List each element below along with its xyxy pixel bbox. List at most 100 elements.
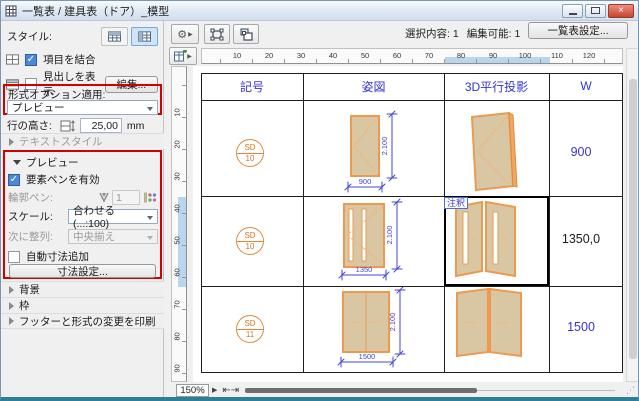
selection-status: 選択内容: 1 編集可能: 1 [405,26,525,41]
align-label: 次に整列: [8,231,53,243]
vertical-scrollbar[interactable] [626,48,638,382]
dimension-settings-button[interactable]: 寸法設定... [9,264,156,278]
resize-grip-icon[interactable]: ⋰ [626,385,636,395]
table-grid-line [202,286,622,287]
window-title: 一覧表 / 建具表（ドア）_模型 [22,5,170,18]
options-menu-button[interactable]: ⚙ ▶ [171,24,199,44]
v-ruler-number: 50 [172,236,182,245]
column-header-elevation[interactable]: 姿図 [303,73,444,99]
ruler-ticks [205,59,622,63]
horizontal-scrollbar[interactable] [245,387,616,394]
editable-count: 編集可能: 1 [466,28,521,40]
horizontal-scrollbar-thumb[interactable] [245,387,478,393]
insert-table-field-icon [174,50,188,62]
vertical-scrollbar-thumb[interactable] [629,79,637,359]
preview-settings-highlight-box: プレビュー ✓ 要素ペンを有効 輪郭ペン: 1 スケール: 合わせる (...:… [3,150,162,279]
column-header-3d[interactable]: 3D平行投影 [444,73,549,99]
minimize-icon [568,12,577,15]
format-options-select[interactable]: プレビュー [7,100,158,115]
v-ruler-number: 40 [172,204,182,213]
row-height-icon [60,119,75,132]
preview-section-label: プレビュー [26,157,79,169]
auto-dimension-checkbox[interactable] [8,250,20,263]
footer-section-label: フッターと形式の変更を印刷 [19,315,156,328]
expanded-arrow-icon [13,160,21,165]
door-symbol-sd10[interactable]: SD 10 [236,139,264,167]
row-height-input[interactable]: 25,00 [79,118,122,133]
maximize-button[interactable] [585,3,606,18]
select-cell-range-button[interactable] [204,24,230,44]
menu-arrow-icon: ▶ [188,31,193,38]
table-style-icon [108,31,121,42]
align-select[interactable]: 中央揃え [68,229,158,244]
column-header-symbol[interactable]: 記号 [201,73,303,99]
copy-cell-format-button[interactable] [233,24,259,44]
row-height-unit: mm [126,119,145,132]
schedule-canvas[interactable]: 記号 姿図 3D平行投影 W SD 10 SD 10 SD 11 900 1350,0… [193,66,623,382]
chevron-down-icon [147,236,153,240]
schedule-window-icon [5,5,17,16]
table-grid-line [202,196,622,197]
collapsed-arrow-icon [9,301,14,310]
preview-section-header[interactable]: プレビュー [13,155,79,170]
close-button[interactable]: × [608,3,634,18]
insert-field-button[interactable]: ▶ [169,47,197,65]
menu-arrow-icon: ▶ [187,53,192,60]
v-ruler-number: 20 [172,140,182,149]
text-style-section-label: テキストスタイル [19,136,103,148]
frame-section-header[interactable]: 枠 [1,297,164,313]
schedule-window: 一覧表 / 建具表（ドア）_模型 × スタイル: ✓ 項目を結合 見出しを表示 … [0,0,639,401]
v-ruler-number: 10 [172,108,182,117]
scale-select[interactable]: 合わせる (...:100) [68,205,158,230]
statusbar: 150% ▶ ⇤⇥ [165,382,626,397]
element-pen-checkbox[interactable]: ✓ [8,173,20,186]
select-cells-icon [210,28,224,40]
v-ruler-number: 80 [172,332,182,341]
ruler-ticks [182,70,186,381]
background-section-header[interactable]: 背景 [1,281,164,297]
annotation-tag[interactable]: 注釈 [444,197,469,209]
window-controls: × [560,3,634,18]
scale-label: スケール: [8,211,53,223]
chevron-down-icon [147,216,153,220]
style-grid-button[interactable] [131,27,158,46]
zoom-menu-arrow-icon[interactable]: ▶ [212,386,217,394]
selected-cell[interactable] [444,196,549,286]
chevron-down-icon [147,107,153,111]
merge-items-checkbox[interactable]: ✓ [25,53,37,66]
settings-sidebar: スタイル: ✓ 項目を結合 見出しを表示 編集... 形式オプション適用: プレ… [1,21,164,397]
table-grid-line [549,74,550,372]
table-grid-line [303,74,304,372]
duplicate-cells-icon [240,28,253,41]
fit-width-icon[interactable]: ⇤⇥ [222,385,239,396]
collapsed-arrow-icon [9,137,14,146]
merge-rows-icon [6,54,19,65]
selection-count: 選択内容: 1 [405,28,459,40]
w-value-row1[interactable]: 900 [552,145,610,159]
collapsed-arrow-icon [9,317,14,325]
v-ruler-number: 60 [172,268,182,277]
pen-icon [99,192,109,203]
titlebar: 一覧表 / 建具表（ドア）_模型 × [1,1,638,21]
gear-icon: ⚙ [177,28,188,41]
style-compact-button[interactable] [101,27,128,46]
pen-set-icon [144,192,157,203]
merge-items-label: 項目を結合 [43,54,96,66]
w-value-row2[interactable]: 1350,0 [552,232,610,246]
text-style-section-header[interactable]: テキストスタイル [1,133,164,149]
minimize-button[interactable] [562,3,583,18]
door-symbol-sd11[interactable]: SD 11 [236,315,264,343]
row-height-label: 行の高さ: [7,120,52,132]
frame-section-label: 枠 [19,300,30,312]
collapsed-arrow-icon [9,285,14,294]
schedule-main-area: ⚙ ▶ 選択内容: 1 編集可能: 1 一覧表設定... ▶ 10 20 30 40 5… [165,21,638,397]
w-value-row3[interactable]: 1500 [552,320,610,334]
format-options-highlight-box: 形式オプション適用: プレビュー [3,84,162,115]
footer-section-header[interactable]: フッターと形式の変更を印刷 [1,313,164,329]
zoom-level-button[interactable]: 150% [176,383,209,397]
column-header-w[interactable]: W [549,73,623,99]
vertical-ruler: 10 20 30 40 50 60 70 80 90 [171,66,187,382]
schedule-settings-button[interactable]: 一覧表設定... [528,22,628,39]
element-pen-label: 要素ペンを有効 [26,174,100,186]
door-symbol-sd10-2[interactable]: SD 10 [236,227,264,255]
